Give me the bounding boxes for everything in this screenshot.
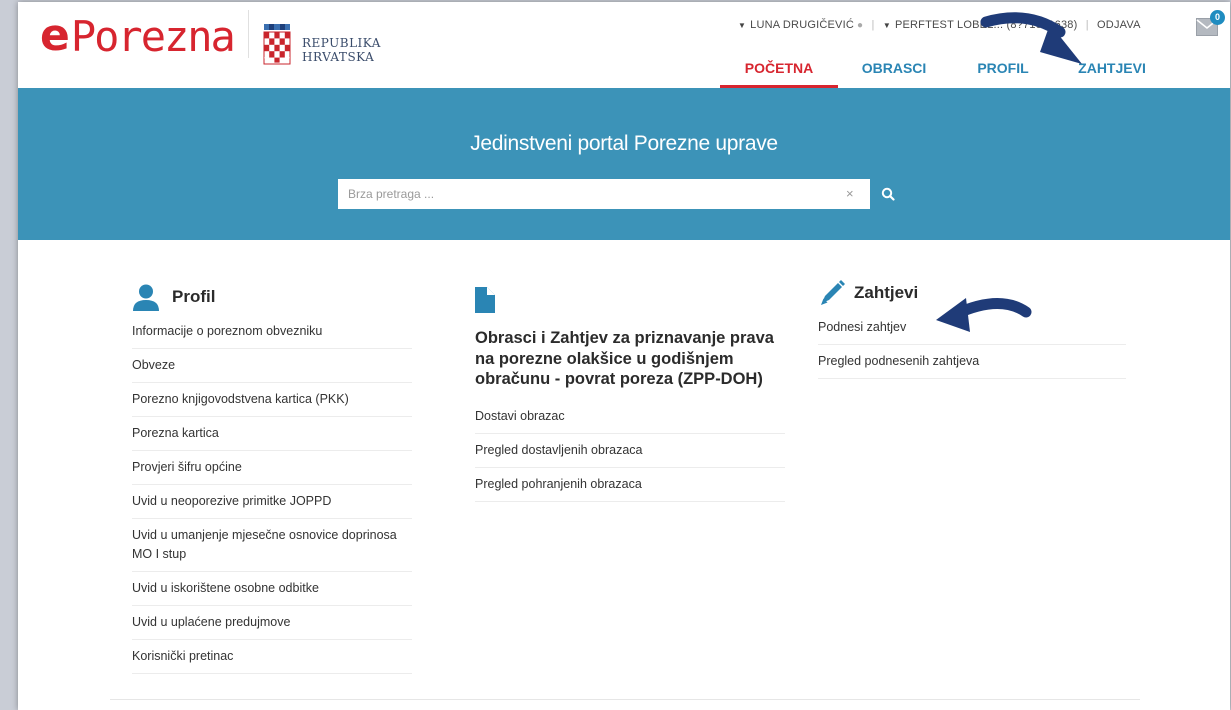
search-icon[interactable] (876, 181, 900, 207)
clear-search-icon[interactable]: × (846, 186, 854, 201)
profil-heading: Profil (132, 282, 412, 312)
profil-title: Profil (172, 287, 216, 306)
main-nav: POČETNA OBRASCI PROFIL ZAHTJEVI (720, 48, 1168, 88)
pencil-icon (821, 280, 845, 305)
mail-count-badge: 0 (1210, 10, 1225, 25)
republika-line2: HRVATSKA (302, 50, 375, 64)
search-box: × (338, 179, 870, 209)
footer-divider (110, 699, 1140, 700)
hero-banner: Jedinstveni portal Porezne uprave × (18, 88, 1230, 240)
portal-title: Jedinstveni portal Porezne uprave (470, 132, 778, 155)
list-item[interactable]: Dostavi obrazac (475, 400, 785, 434)
republika-line1: REPUBLIKA (302, 36, 381, 50)
nav-pocetna[interactable]: POČETNA (720, 48, 838, 88)
list-item[interactable]: Porezno knjigovodstvena kartica (PKK) (132, 383, 412, 417)
person-icon: ● (856, 20, 864, 31)
obrasci-links: Dostavi obrazac Pregled dostavljenih obr… (475, 400, 785, 502)
search-input[interactable] (338, 179, 838, 209)
annotation-arrow-top (980, 12, 1082, 64)
obrasci-title: Obrasci i Zahtjev za priznavanje prava n… (475, 329, 774, 388)
profil-section: Profil Informacije o poreznom obvezniku … (132, 282, 412, 674)
list-item[interactable]: Korisnički pretinac (132, 640, 412, 674)
list-item[interactable]: Informacije o poreznom obvezniku (132, 315, 412, 349)
separator: | (871, 19, 875, 31)
document-icon (475, 287, 495, 313)
caret-down-icon: ▼ (882, 21, 891, 30)
list-item[interactable]: Uvid u neoporezive primitke JOPPD (132, 485, 412, 519)
list-item[interactable]: Pregled dostavljenih obrazaca (475, 434, 785, 468)
caret-down-icon: ▼ (738, 21, 747, 30)
user-menu[interactable]: ▼ LUNA DRUGIČEVIĆ ● (738, 19, 863, 31)
list-item[interactable]: Uvid u umanjenje mjesečne osnovice dopri… (132, 519, 412, 572)
republika-hrvatska-text: REPUBLIKA HRVATSKA (302, 36, 381, 64)
annotation-arrow-zahtjevi (936, 298, 1032, 332)
list-item[interactable]: Uvid u iskorištene osobne odbitke (132, 572, 412, 606)
list-item[interactable]: Pregled podnesenih zahtjeva (818, 345, 1126, 379)
nav-obrasci[interactable]: OBRASCI (838, 48, 950, 88)
logo-e: e (40, 10, 70, 61)
coat-of-arms-icon (263, 24, 291, 65)
page-frame: e Porezna REPUBLIKA HRVATSKA ▼ LUNA DRUG… (18, 2, 1230, 710)
logout-link[interactable]: ODJAVA (1097, 19, 1141, 31)
zahtjevi-title: Zahtjevi (854, 283, 919, 302)
obrasci-section: Obrasci i Zahtjev za priznavanje prava n… (475, 287, 785, 502)
list-item[interactable]: Uvid u uplaćene predujmove (132, 606, 412, 640)
list-item[interactable]: Porezna kartica (132, 417, 412, 451)
profil-links: Informacije o poreznom obvezniku Obveze … (132, 315, 412, 674)
logo-divider (248, 10, 249, 58)
eporezna-logo[interactable]: e Porezna (40, 10, 236, 61)
user-icon (133, 284, 159, 311)
list-item[interactable]: Obveze (132, 349, 412, 383)
list-item[interactable]: Provjeri šifru općine (132, 451, 412, 485)
user-name: LUNA DRUGIČEVIĆ (750, 19, 854, 31)
list-item[interactable]: Pregled pohranjenih obrazaca (475, 468, 785, 502)
logo-word: Porezna (70, 12, 236, 61)
